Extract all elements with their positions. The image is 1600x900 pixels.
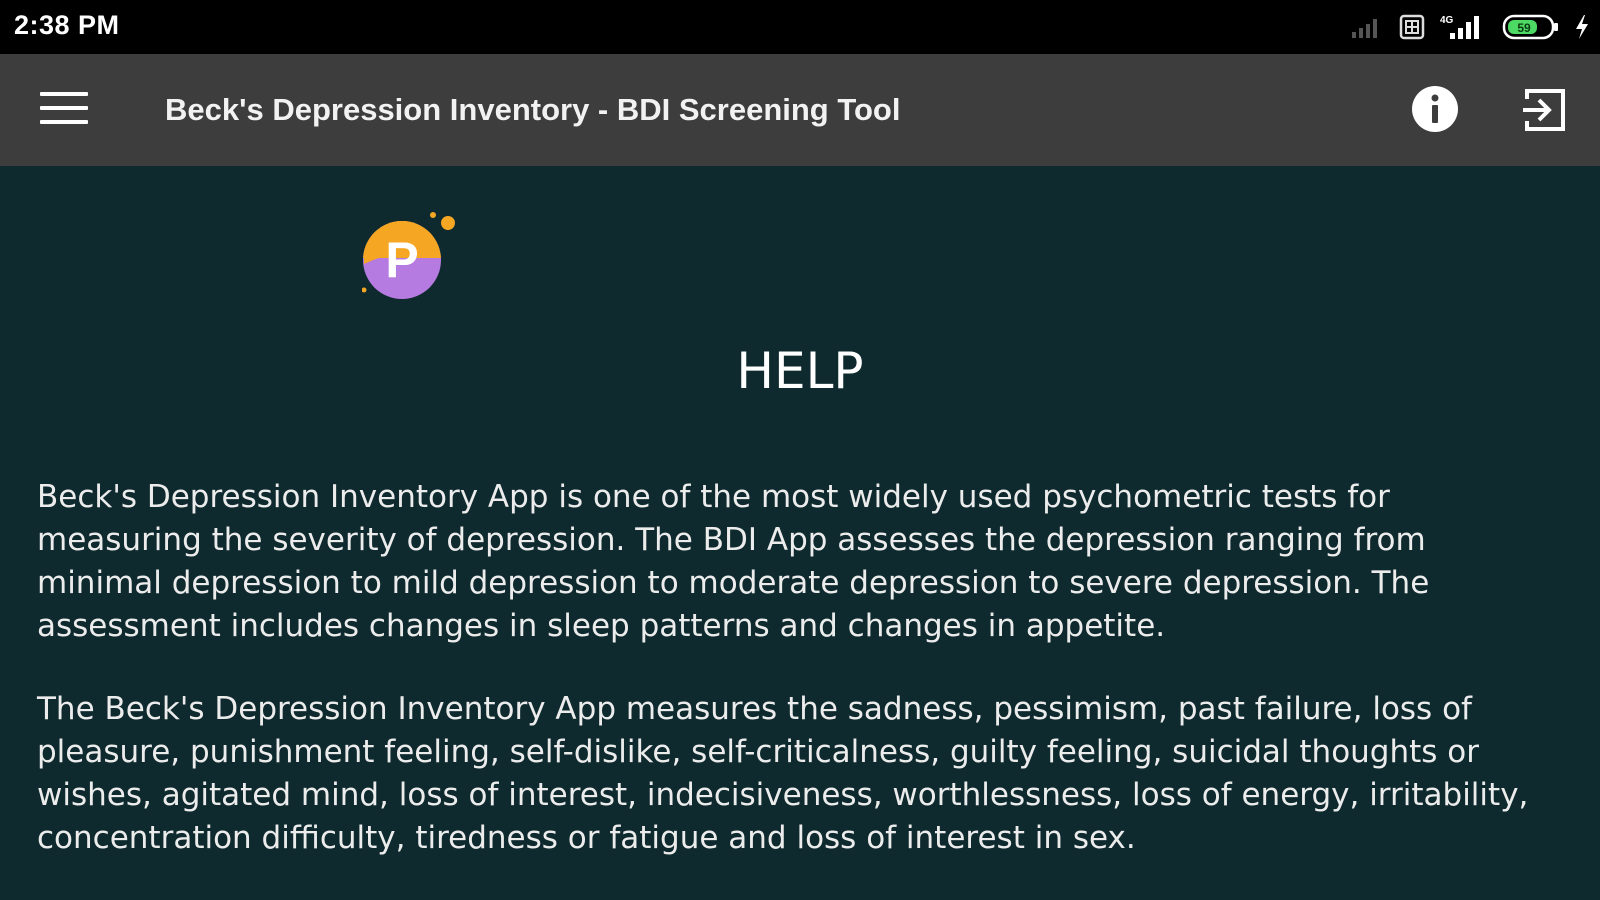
signal-weak-icon	[1352, 19, 1377, 38]
app-bar: Beck's Depression Inventory - BDI Screen…	[0, 54, 1600, 166]
sim-icon	[1399, 14, 1425, 40]
status-icons: 4G 59	[1350, 12, 1590, 42]
app-logo: P	[362, 212, 455, 299]
exit-icon[interactable]	[1519, 85, 1569, 135]
help-content: P HELP Beck's Depression Inventory App i…	[0, 166, 1600, 900]
info-icon[interactable]	[1411, 85, 1459, 133]
logo-letter: P	[385, 232, 418, 288]
page-title: HELP	[736, 342, 864, 400]
battery-icon: 59	[1502, 14, 1558, 40]
status-bar: 2:38 PM 4G 59	[0, 0, 1600, 54]
network-type-label: 4G	[1440, 15, 1454, 26]
help-paragraph-2: The Beck's Depression Inventory App meas…	[37, 691, 1529, 856]
signal-4g-icon: 4G	[1440, 15, 1479, 39]
hamburger-menu-icon[interactable]	[40, 92, 88, 128]
battery-level: 59	[1517, 21, 1531, 35]
charging-icon	[1576, 15, 1588, 39]
app-title: Beck's Depression Inventory - BDI Screen…	[165, 92, 901, 127]
help-paragraph-1: Beck's Depression Inventory App is one o…	[37, 479, 1430, 644]
status-time: 2:38 PM	[14, 10, 120, 40]
